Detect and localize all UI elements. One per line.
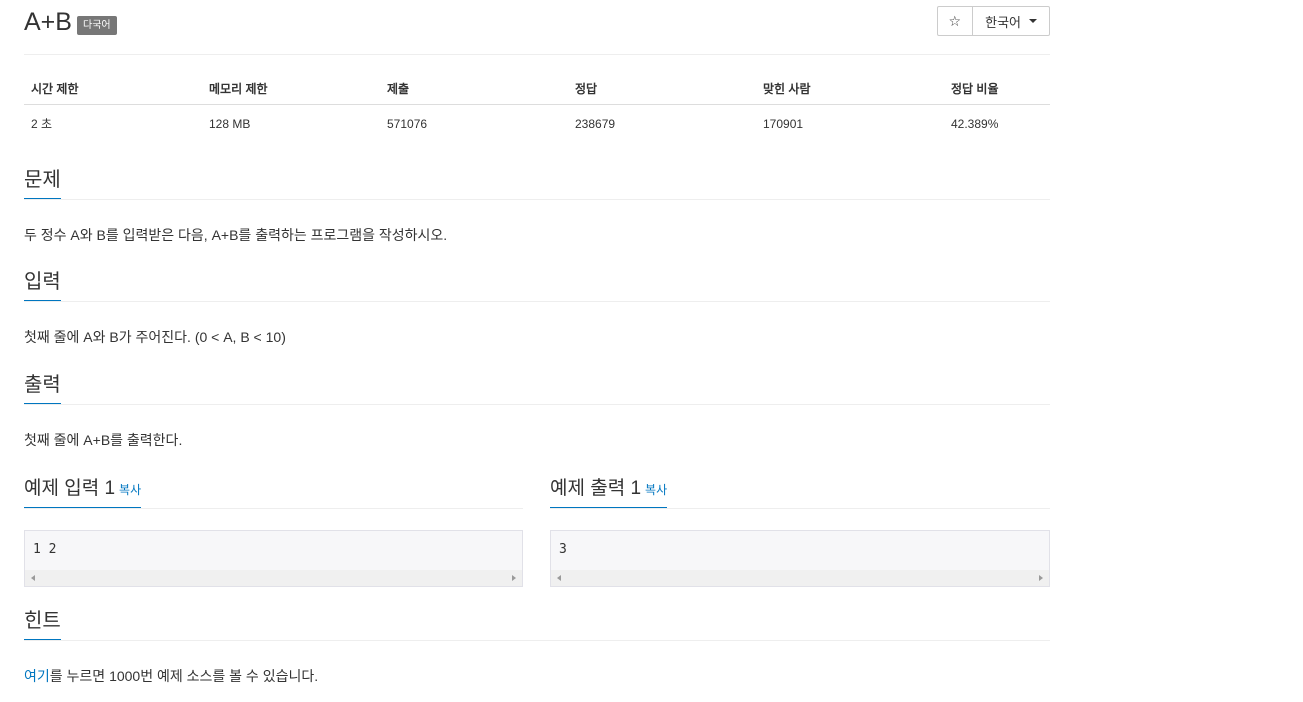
scroll-left-icon[interactable] (557, 575, 561, 581)
section-header: 예제 입력 1 복사 (24, 474, 523, 509)
stats-accept-ratio: 42.389% (951, 116, 999, 131)
problem-description: 두 정수 A와 B를 입력받은 다음, A+B를 출력하는 프로그램을 작성하시… (24, 227, 448, 243)
sample-input-box: 1 2 (24, 530, 523, 587)
problem-page: A+B 다국어 ☆ 한국어 시간 제한 메모리 제한 제출 정답 맞힌 사람 정… (24, 0, 1050, 684)
problem-heading: 문제 (24, 165, 61, 199)
sample-output-heading: 예제 출력 1 복사 (550, 474, 668, 508)
hint-heading: 힌트 (24, 606, 61, 640)
scroll-left-icon[interactable] (31, 575, 35, 581)
hint-text: 를 누르면 1000번 예제 소스를 볼 수 있습니다. (49, 668, 319, 684)
sample-output-code: 3 (559, 542, 567, 557)
scroll-right-icon[interactable] (512, 575, 516, 581)
stats-memory-limit: 128 MB (209, 116, 251, 131)
copy-sample-output-button[interactable]: 복사 (645, 483, 667, 497)
sample-input-section: 예제 입력 1 복사 1 2 (24, 474, 523, 587)
problem-stats-table: 시간 제한 메모리 제한 제출 정답 맞힌 사람 정답 비율 2 초 128 M… (24, 75, 1050, 142)
copy-sample-input-button[interactable]: 복사 (119, 483, 141, 497)
input-description: 첫째 줄에 A와 B가 주어진다. (0 < A, B < 10) (24, 329, 286, 345)
output-heading: 출력 (24, 370, 61, 404)
input-section: 입력 첫째 줄에 A와 B가 주어진다. (0 < A, B < 10) (24, 267, 1050, 347)
stats-header-memory-limit: 메모리 제한 (202, 75, 380, 105)
hint-section: 힌트 여기를 누르면 1000번 예제 소스를 볼 수 있습니다. (24, 606, 1050, 686)
stats-solved-users: 170901 (763, 116, 804, 131)
sample-input-title: 예제 입력 1 (24, 478, 116, 499)
horizontal-scrollbar[interactable] (25, 570, 522, 586)
section-header: 예제 출력 1 복사 (550, 474, 1050, 509)
stats-header-accept-ratio: 정답 비율 (944, 75, 1050, 105)
output-description: 첫째 줄에 A+B를 출력한다. (24, 432, 183, 448)
horizontal-scrollbar[interactable] (551, 570, 1049, 586)
sample-output-box: 3 (550, 530, 1050, 587)
page-title: A+B (24, 8, 72, 36)
stats-header-time-limit: 시간 제한 (24, 75, 202, 105)
header-button-group: ☆ 한국어 (936, 6, 1050, 36)
stats-header-submissions: 제출 (380, 75, 568, 105)
sample-input-code: 1 2 (33, 542, 57, 557)
sample-output-title: 예제 출력 1 (550, 478, 642, 499)
stats-time-limit: 2 초 (31, 117, 53, 131)
stats-value-row: 2 초 128 MB 571076 238679 170901 42.389% (24, 105, 1050, 143)
stats-header-accepted: 정답 (568, 75, 756, 105)
problem-section: 문제 두 정수 A와 B를 입력받은 다음, A+B를 출력하는 프로그램을 작… (24, 165, 1050, 245)
hint-description: 여기를 누르면 1000번 예제 소스를 볼 수 있습니다. (24, 666, 1050, 686)
multilang-badge: 다국어 (77, 16, 117, 35)
caret-down-icon (1029, 19, 1037, 23)
language-label: 한국어 (985, 14, 1021, 30)
title-row: A+B 다국어 ☆ 한국어 (24, 0, 1050, 55)
star-icon: ☆ (948, 12, 962, 29)
stats-header-solved-users: 맞힌 사람 (756, 75, 944, 105)
hint-link[interactable]: 여기 (24, 668, 50, 684)
scroll-right-icon[interactable] (1039, 575, 1043, 581)
section-header: 출력 (24, 370, 1050, 405)
section-header: 입력 (24, 267, 1050, 302)
stats-submissions: 571076 (387, 116, 428, 131)
input-heading: 입력 (24, 267, 61, 301)
section-header: 힌트 (24, 606, 1050, 641)
output-section: 출력 첫째 줄에 A+B를 출력한다. (24, 370, 1050, 450)
stats-header-row: 시간 제한 메모리 제한 제출 정답 맞힌 사람 정답 비율 (24, 75, 1050, 105)
language-dropdown[interactable]: 한국어 (973, 7, 1049, 35)
sample-input-heading: 예제 입력 1 복사 (24, 474, 142, 508)
star-button[interactable]: ☆ (938, 7, 974, 35)
section-header: 문제 (24, 165, 1050, 200)
sample-output-section: 예제 출력 1 복사 3 (550, 474, 1050, 587)
stats-accepted: 238679 (575, 116, 616, 131)
